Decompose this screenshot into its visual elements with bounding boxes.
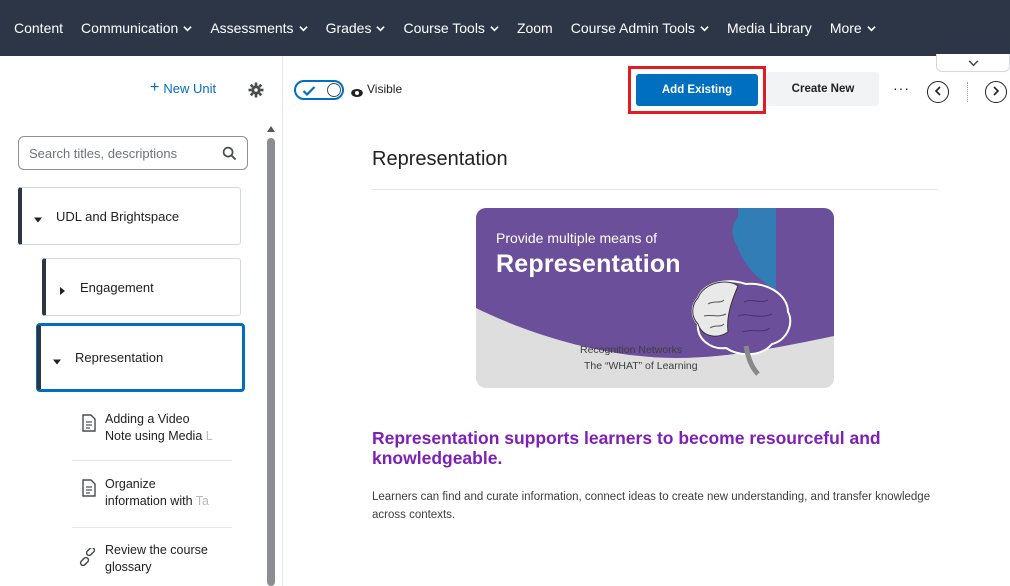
visibility-toggle[interactable]: [294, 80, 344, 100]
topic-label: Adding a Video Note using Media L: [105, 412, 213, 443]
unit-label: Representation: [75, 350, 164, 365]
content-headline: Representation supports learners to beco…: [372, 428, 881, 468]
scroll-thumb[interactable]: [267, 138, 275, 586]
chevron-down-icon: [867, 24, 876, 33]
nav-item-label: Content: [14, 20, 64, 36]
unit-engagement[interactable]: Engagement: [42, 258, 241, 316]
nav-item-assessments[interactable]: Assessments: [210, 20, 308, 36]
eye-icon: [351, 85, 363, 97]
search-icon[interactable]: [222, 146, 237, 161]
checkmark-icon: [302, 84, 316, 97]
banner-caption-2: The “WHAT” of Learning: [584, 360, 698, 372]
sidebar-scrollbar[interactable]: [266, 126, 276, 586]
nav-item-communication[interactable]: Communication: [81, 20, 192, 36]
topic-divider: [72, 460, 232, 461]
page-title: Representation: [372, 148, 508, 170]
unit-representation[interactable]: Representation: [37, 324, 244, 391]
document-icon: [82, 414, 98, 432]
chevron-down-icon: [700, 24, 709, 33]
content-body: Learners can find and curate information…: [372, 491, 931, 521]
create-new-button[interactable]: Create New: [767, 72, 879, 106]
topic-label: Review the course glossary: [105, 543, 208, 574]
chevron-down-icon: [183, 24, 192, 33]
chevron-down-icon: [490, 24, 499, 33]
caret-down-icon[interactable]: [53, 354, 61, 364]
search-input[interactable]: [29, 145, 209, 161]
topic-review-course-glossary[interactable]: Review the course glossary: [78, 542, 228, 576]
search-box: [18, 136, 248, 170]
nav-item-label: Media Library: [726, 20, 812, 36]
topic-adding-a-video-note[interactable]: Adding a Video Note using Media L: [82, 411, 232, 445]
nav-item-course-admin-tools[interactable]: Course Admin Tools: [571, 20, 709, 36]
chevron-left-icon: [933, 83, 943, 101]
nav-item-label: Course Tools: [403, 20, 485, 36]
nav-item-more[interactable]: More: [830, 20, 876, 36]
nav-item-zoom[interactable]: Zoom: [517, 20, 553, 36]
title-divider: [372, 189, 938, 190]
toolbar-divider: [967, 82, 968, 102]
nav-item-media-library[interactable]: Media Library: [727, 20, 812, 36]
new-unit-label: New Unit: [163, 80, 217, 96]
plus-icon: +: [150, 79, 160, 96]
chevron-down-icon: [376, 24, 386, 33]
nav-item-label: Assessments: [210, 20, 294, 36]
nav-item-label: Communication: [81, 20, 179, 36]
representation-banner-image: Provide multiple means of Representation…: [476, 208, 834, 388]
topic-label: Organize information with Ta: [105, 477, 209, 508]
add-existing-button[interactable]: Add Existing: [636, 74, 758, 106]
previous-topic-button[interactable]: [927, 81, 949, 103]
nav-item-content[interactable]: Content: [14, 20, 63, 36]
unit-label: UDL and Brightspace: [56, 208, 180, 224]
sidebar-toolbar: + New Unit: [0, 56, 282, 124]
caret-down-icon[interactable]: [34, 212, 42, 223]
nav-item-label: Zoom: [516, 20, 553, 36]
nav-item-grades[interactable]: Grades: [326, 20, 386, 36]
banner-title: Representation: [496, 250, 681, 278]
more-actions-button[interactable]: ···: [893, 80, 910, 96]
unit-udl-and-brightspace[interactable]: UDL and Brightspace: [18, 187, 241, 245]
content-sidebar: + New Unit UDL and Brightspace Engagemen…: [0, 56, 283, 586]
banner-caption-1: Recognition Networks: [580, 344, 683, 356]
nav-item-label: Course Admin Tools: [570, 20, 695, 36]
nav-item-label: Grades: [325, 20, 372, 36]
highlight-box: Add Existing: [628, 66, 766, 114]
gear-icon[interactable]: [248, 82, 264, 98]
banner-subtitle: Provide multiple means of: [496, 230, 658, 246]
nav-item-label: More: [829, 20, 862, 36]
link-icon: [78, 546, 98, 567]
collapse-toolbar-tab[interactable]: [936, 54, 1010, 72]
topic-organize-information[interactable]: Organize information with Ta: [82, 476, 232, 510]
caret-right-icon[interactable]: [58, 283, 66, 295]
chevron-down-icon: [298, 24, 308, 33]
next-topic-button[interactable]: [985, 81, 1007, 103]
content-area: Representation Provide multiple means of…: [372, 124, 942, 521]
scroll-up-arrow[interactable]: [267, 126, 275, 132]
visibility-label: Visible: [367, 82, 403, 96]
document-icon: [82, 479, 98, 497]
nav-item-course-tools[interactable]: Course Tools: [403, 20, 499, 36]
new-unit-button[interactable]: + New Unit: [150, 80, 216, 96]
topic-divider: [72, 527, 232, 528]
top-navigation: Content Communication Assessments Grades…: [0, 0, 1010, 56]
unit-label: Engagement: [80, 279, 154, 295]
content-toolbar: Visible Add Existing Create New ···: [283, 54, 1010, 124]
chevron-right-icon: [991, 83, 1001, 101]
chevron-down-icon: [968, 54, 979, 72]
toggle-knob: [327, 83, 341, 97]
